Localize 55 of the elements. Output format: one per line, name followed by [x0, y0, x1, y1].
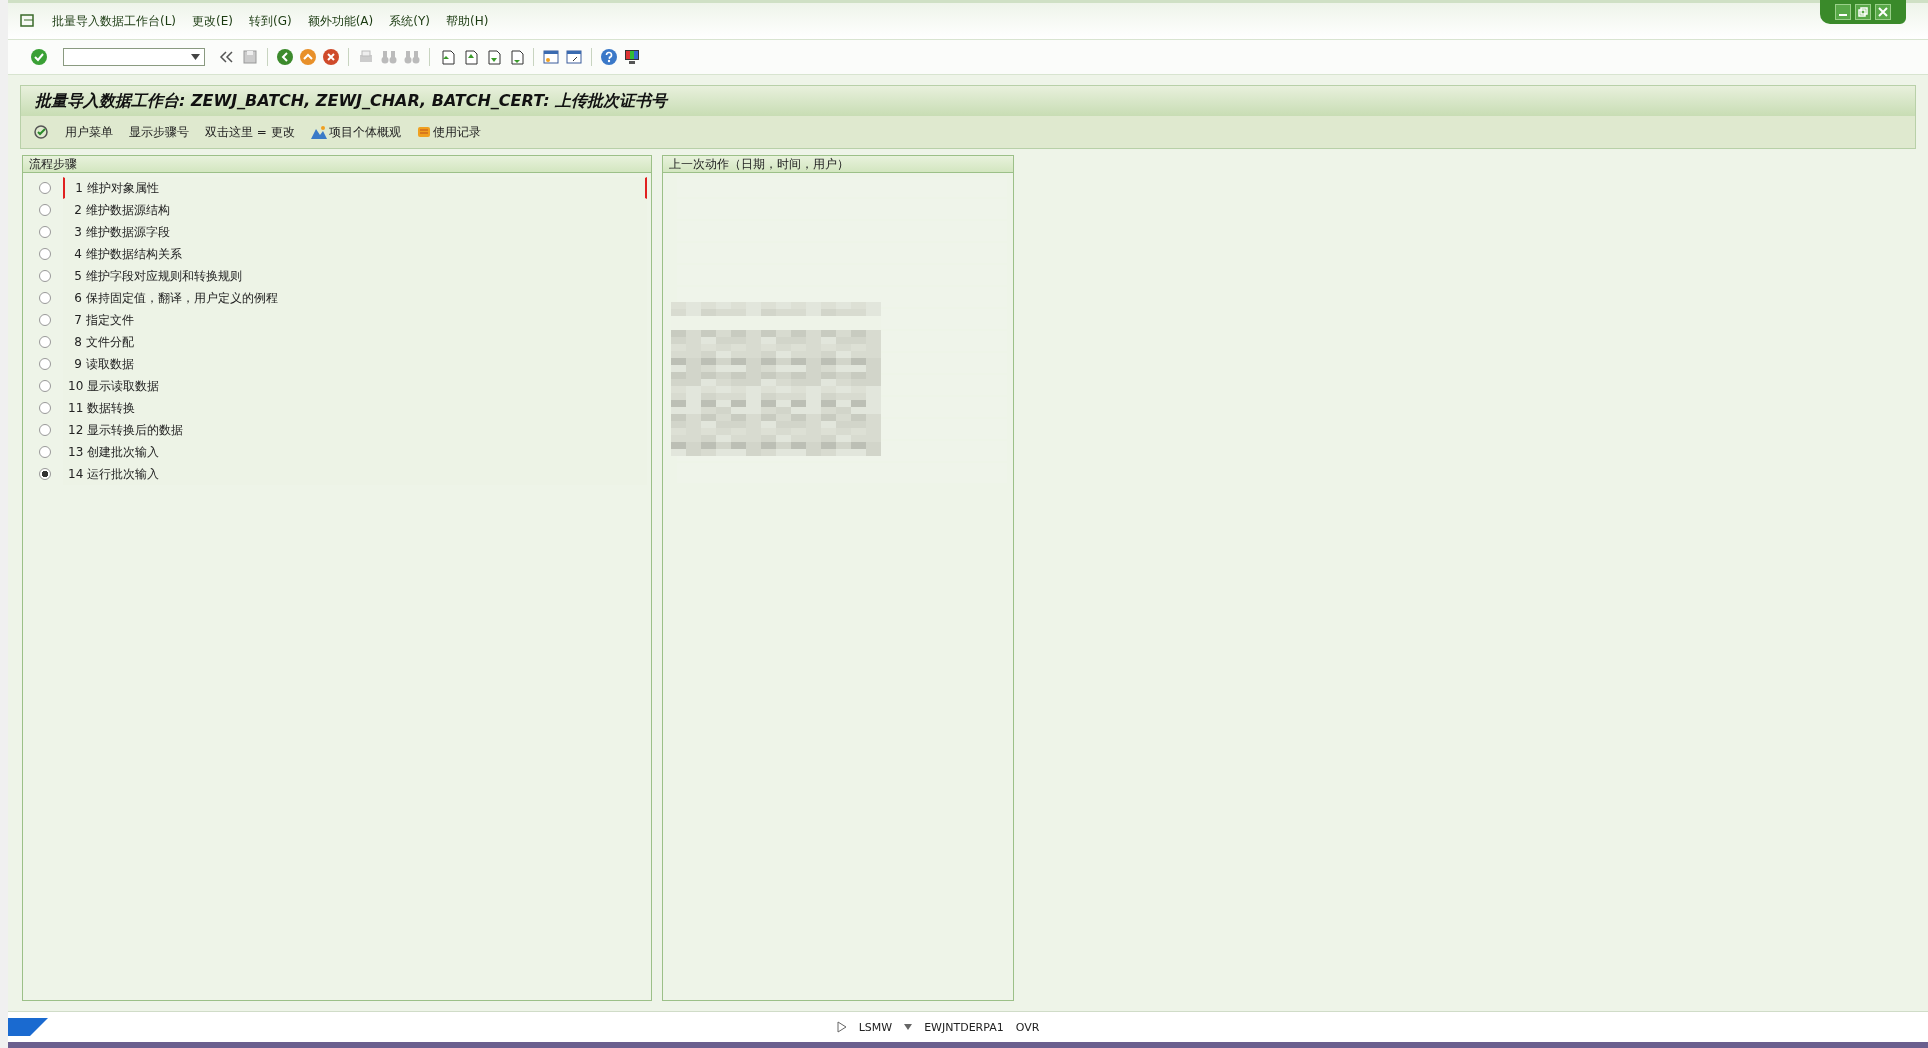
menu-item[interactable]: 系统(Y) — [389, 12, 430, 30]
radio-button[interactable] — [39, 446, 51, 458]
panel-header: 上一次动作（日期，时间，用户） — [663, 156, 1013, 173]
new-window-icon[interactable] — [542, 48, 560, 66]
radio-button[interactable] — [39, 380, 51, 392]
menu-item[interactable]: 帮助(H) — [445, 12, 489, 30]
radio-button[interactable] — [39, 226, 51, 238]
toolbar-button[interactable]: 项目个体概观 — [310, 123, 401, 141]
radio-button[interactable] — [39, 402, 51, 414]
menu-item[interactable]: 更改(E) — [192, 12, 233, 30]
back-icon[interactable] — [276, 48, 294, 66]
dropdown-icon[interactable] — [904, 1024, 913, 1030]
input-mode: OVR — [1015, 1020, 1040, 1034]
radio-button[interactable] — [39, 314, 51, 326]
radio-button[interactable] — [39, 358, 51, 370]
execute-icon[interactable] — [33, 124, 49, 140]
step-item[interactable]: 1 维护对象属性 — [63, 177, 647, 199]
toolbar-button[interactable]: 双击这里 = 更改 — [205, 123, 295, 141]
screen-title: 批量导入数据工作台: ZEWJ_BATCH, ZEWJ_CHAR, BATCH_CERT: 上传批次证书号 — [21, 86, 1915, 116]
help-icon[interactable] — [600, 48, 618, 66]
minimize-icon[interactable] — [1835, 4, 1851, 20]
radio-button[interactable] — [39, 292, 51, 304]
window-controls[interactable] — [1820, 0, 1906, 24]
mountains-icon[interactable] — [310, 125, 327, 139]
radio-button[interactable] — [39, 336, 51, 348]
radio-button[interactable] — [39, 468, 51, 480]
toolbar-button[interactable]: 使用记录 — [416, 123, 481, 141]
check-icon[interactable] — [30, 48, 48, 66]
play-icon[interactable] — [836, 1021, 847, 1033]
radio-button[interactable] — [39, 182, 51, 194]
menu-item[interactable]: 批量导入数据工作台(L) — [52, 12, 177, 30]
cancel-icon[interactable] — [322, 48, 340, 66]
shortcut-icon[interactable] — [565, 48, 583, 66]
menu-item[interactable]: 转到(G) — [249, 12, 292, 30]
monitor-icon[interactable] — [623, 48, 641, 66]
binoculars-icon[interactable] — [380, 48, 398, 66]
restore-icon[interactable] — [1855, 4, 1871, 20]
window-menu-icon[interactable] — [20, 14, 36, 28]
toolbar-button[interactable]: 用户菜单 — [65, 123, 113, 141]
toolbar-button[interactable]: 显示步骤号 — [129, 123, 189, 141]
panel-header: 流程步骤 — [23, 156, 651, 173]
transaction-code: LSMW — [858, 1020, 893, 1034]
radio-button[interactable] — [39, 204, 51, 216]
radio-button[interactable] — [39, 424, 51, 436]
menu-item[interactable]: 额外功能(A) — [307, 12, 374, 30]
radio-button[interactable] — [39, 248, 51, 260]
close-icon[interactable] — [1875, 4, 1891, 20]
save-icon[interactable] — [241, 48, 259, 66]
dropdown-icon[interactable] — [191, 54, 200, 60]
scroll-icon[interactable] — [416, 125, 431, 139]
server-name: EWJNTDERPA1 — [924, 1020, 1004, 1034]
command-field[interactable] — [63, 48, 205, 66]
sap-logo-icon — [8, 1018, 48, 1036]
up-icon[interactable] — [299, 48, 317, 66]
radio-button[interactable] — [39, 270, 51, 282]
